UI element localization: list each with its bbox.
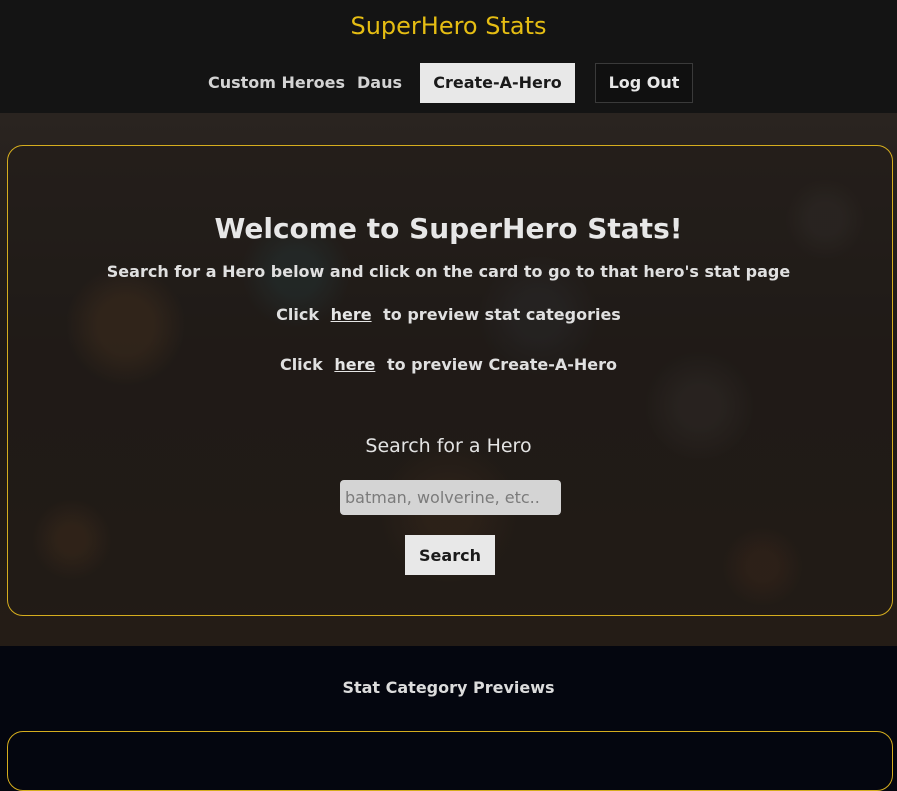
preview-create-line: Click here to preview Create-A-Hero [0,354,897,376]
nav-user-profile[interactable]: Daus [357,63,402,103]
welcome-heading: Welcome to SuperHero Stats! [214,212,683,245]
preview-create-suffix: to preview Create-A-Hero [386,355,618,374]
stat-preview-card [7,731,893,791]
hero-search-input[interactable] [340,480,561,515]
preview-create-prefix: Click [279,355,323,374]
site-title[interactable]: SuperHero Stats [0,10,897,42]
nav-custom-heroes[interactable]: Custom Heroes [208,63,345,103]
preview-stats-link[interactable]: here [331,305,372,324]
site-header: SuperHero Stats Custom Heroes Daus Creat… [0,0,897,113]
preview-stats-prefix: Click [276,305,319,324]
preview-create-link[interactable]: here [334,355,375,374]
main-nav: Custom Heroes Daus Create-A-Hero Log Out [0,63,897,103]
search-label: Search for a Hero [365,435,532,457]
preview-stats-line: Click here to preview stat categories [0,304,897,326]
search-button[interactable]: Search [405,535,495,575]
nav-create-a-hero-button[interactable]: Create-A-Hero [420,63,575,103]
stat-previews-title: Stat Category Previews [342,678,555,697]
search-instructions: Search for a Hero below and click on the… [106,262,791,281]
log-out-button[interactable]: Log Out [595,63,693,103]
preview-stats-suffix: to preview stat categories [383,305,621,324]
